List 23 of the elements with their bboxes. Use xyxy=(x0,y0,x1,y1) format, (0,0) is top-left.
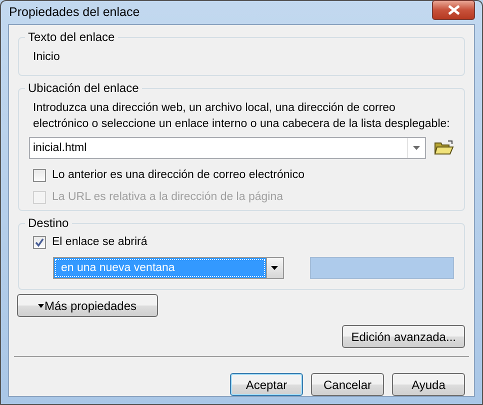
group-label: Texto del enlace xyxy=(27,29,116,45)
dropdown-arrow-icon xyxy=(271,266,278,270)
caret-icon xyxy=(38,304,44,308)
url-combobox[interactable]: inicial.html xyxy=(29,137,426,159)
more-properties-button[interactable]: Más propiedades xyxy=(17,294,158,317)
folder-icon xyxy=(434,140,454,156)
group-label: Destino xyxy=(27,215,70,231)
dropdown-arrow-icon xyxy=(413,146,420,150)
checkbox[interactable] xyxy=(33,236,46,248)
group-label: Ubicación del enlace xyxy=(27,80,140,96)
instructions-text: Introduzca una dirección web, un archivo local, una dirección de correo electrónico o seleccione un enlace interno o una cabecera de la lista desplegable: xyxy=(33,101,451,132)
checkbox[interactable] xyxy=(33,168,46,182)
frame-name-field[interactable] xyxy=(310,257,454,279)
advanced-edit-button[interactable]: Edición avanzada... xyxy=(342,325,465,348)
checkbox-label[interactable]: Lo anterior es una dirección de correo electrónico xyxy=(52,168,305,182)
dialog-button[interactable]: Ayuda xyxy=(392,373,465,396)
close-button[interactable] xyxy=(432,0,475,20)
close-icon xyxy=(448,4,460,14)
link-text-value: Inicio xyxy=(33,51,60,63)
window-title: Propiedades del enlace xyxy=(9,4,140,22)
checkbox-label[interactable]: El enlace se abrirá xyxy=(52,235,148,249)
dialog-button[interactable]: Aceptar xyxy=(230,373,303,396)
dialog-button[interactable]: Cancelar xyxy=(311,373,384,396)
